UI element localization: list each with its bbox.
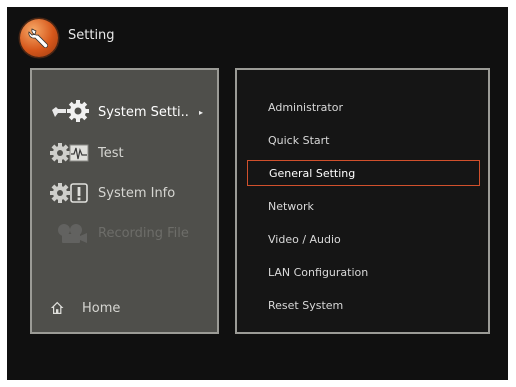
menu-item-test[interactable]: Test: [50, 140, 124, 166]
menu-item-label: Recording File: [98, 225, 189, 241]
header: Setting: [7, 7, 508, 59]
menu-item-label: System Setti..: [98, 104, 189, 120]
settings-screen: Setting System Setti.. ▸ Test System Inf…: [7, 7, 508, 380]
page-title: Setting: [68, 28, 115, 43]
menu-item-system-info[interactable]: System Info: [50, 180, 175, 206]
submenu-arrow-icon: ▸: [198, 107, 203, 117]
submenu-item-network[interactable]: Network: [247, 193, 480, 219]
submenu-item-quick-start[interactable]: Quick Start: [247, 127, 480, 153]
submenu-item-administrator[interactable]: Administrator: [247, 94, 480, 120]
menu-item-label: Test: [98, 145, 124, 161]
wrench-icon: [20, 19, 58, 57]
menu-item-recording-file: Recording File: [50, 220, 189, 246]
left-menu-panel: System Setti.. ▸ Test System Info Record…: [30, 68, 219, 334]
gear-exclamation-icon: [50, 183, 88, 203]
menu-item-home[interactable]: Home: [50, 295, 120, 321]
submenu-item-reset-system[interactable]: Reset System: [247, 292, 480, 318]
film-reel-icon: [58, 224, 87, 243]
gear-waveform-icon: [50, 143, 89, 163]
wrench-gear-icon: [52, 100, 89, 122]
submenu-item-general-setting[interactable]: General Setting: [247, 160, 480, 186]
right-submenu-panel: Administrator Quick Start General Settin…: [235, 68, 490, 334]
submenu-item-video-audio[interactable]: Video / Audio: [247, 226, 480, 252]
menu-item-label: Home: [82, 300, 121, 316]
submenu-item-lan-configuration[interactable]: LAN Configuration: [247, 259, 480, 285]
menu-item-system-setting[interactable]: System Setti.. ▸: [50, 99, 203, 125]
menu-item-label: System Info: [98, 185, 176, 201]
home-icon: [50, 301, 64, 314]
